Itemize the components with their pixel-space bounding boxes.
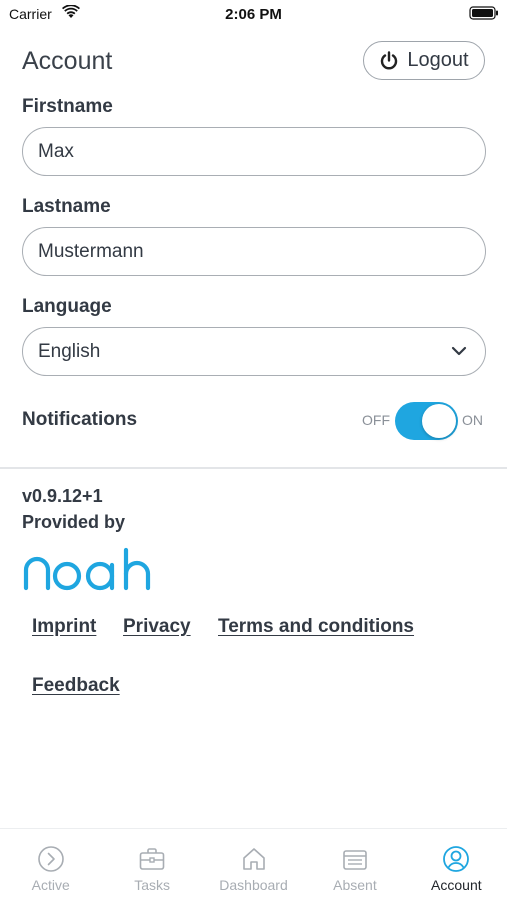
tab-active[interactable]: Active <box>0 829 101 900</box>
briefcase-icon <box>139 848 165 870</box>
language-value: English <box>38 340 101 362</box>
tab-dashboard[interactable]: Dashboard <box>203 829 304 900</box>
battery-icon <box>469 6 498 20</box>
logout-label: Logout <box>407 49 469 71</box>
terms-link[interactable]: Terms and conditions <box>218 616 414 638</box>
tab-absent-label: Absent <box>333 877 377 893</box>
firstname-label: Firstname <box>22 96 113 117</box>
imprint-link[interactable]: Imprint <box>32 616 96 638</box>
language-label: Language <box>22 296 112 317</box>
tab-bar: Active Tasks Dashboard Absent Account <box>0 828 507 900</box>
feedback-link[interactable]: Feedback <box>32 675 120 697</box>
page-title: Account <box>22 47 113 75</box>
tab-account[interactable]: Account <box>406 829 507 900</box>
logout-button[interactable]: Logout <box>363 41 485 80</box>
divider <box>0 467 507 469</box>
home-icon <box>242 848 265 870</box>
chevron-down-icon <box>451 346 467 356</box>
version-text: v0.9.12+1 <box>22 486 103 506</box>
tab-active-label: Active <box>31 877 70 893</box>
toggle-on-label: ON <box>462 412 483 428</box>
notifications-label: Notifications <box>22 409 138 430</box>
calendar-icon <box>343 850 367 870</box>
privacy-link[interactable]: Privacy <box>123 616 191 638</box>
user-icon <box>443 846 470 872</box>
tab-account-label: Account <box>431 877 482 893</box>
lastname-field[interactable] <box>22 227 486 276</box>
toggle-knob <box>422 404 456 438</box>
status-time: 2:06 PM <box>225 6 282 23</box>
tab-absent[interactable]: Absent <box>304 829 405 900</box>
noah-logo <box>23 547 151 591</box>
toggle-off-label: OFF <box>362 412 390 428</box>
tab-tasks-label: Tasks <box>134 877 170 893</box>
chevron-circle-icon <box>37 846 64 872</box>
firstname-field[interactable] <box>22 127 486 176</box>
provided-by-label: Provided by <box>22 512 126 532</box>
tab-tasks[interactable]: Tasks <box>101 829 202 900</box>
language-select[interactable]: English <box>22 327 486 376</box>
lastname-label: Lastname <box>22 196 111 217</box>
power-icon <box>381 50 398 69</box>
status-bar: Carrier 2:06 PM <box>0 0 507 30</box>
tab-dashboard-label: Dashboard <box>219 877 288 893</box>
notifications-toggle[interactable] <box>395 402 458 440</box>
